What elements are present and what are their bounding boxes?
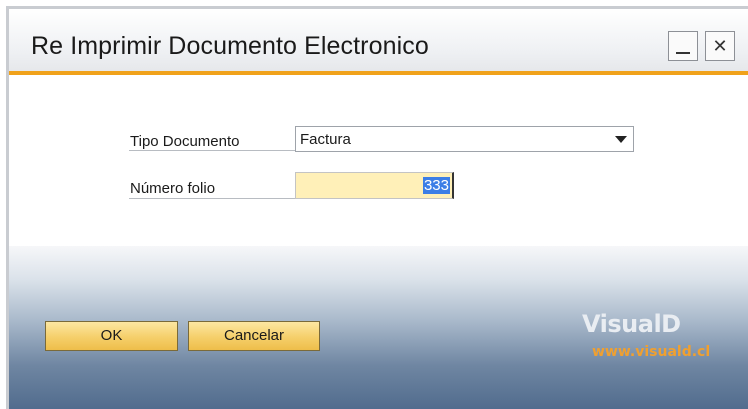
visuald-logo: VisualD — [582, 310, 681, 338]
cancel-button[interactable]: Cancelar — [188, 321, 320, 351]
tipo-documento-value: Factura — [300, 131, 351, 148]
ok-button[interactable]: OK — [45, 321, 178, 351]
title-bar[interactable]: Re Imprimir Documento Electronico ✕ — [9, 9, 748, 71]
close-icon: ✕ — [712, 35, 728, 57]
numero-folio-label: Número folio — [130, 180, 216, 197]
numero-folio-value: 333 — [422, 177, 450, 194]
numero-folio-underline — [129, 198, 297, 199]
form-area — [9, 75, 748, 246]
dropdown-arrow-icon[interactable] — [615, 136, 627, 143]
tipo-documento-label: Tipo Documento — [130, 133, 240, 150]
tipo-documento-underline — [129, 150, 297, 151]
visuald-url: www.visuald.cl — [592, 344, 711, 360]
minimize-button[interactable] — [668, 31, 698, 61]
close-button[interactable]: ✕ — [705, 31, 735, 61]
window-title: Re Imprimir Documento Electronico — [31, 32, 429, 60]
numero-folio-input[interactable]: 333 — [295, 172, 454, 199]
tipo-documento-select[interactable]: Factura — [295, 126, 634, 152]
minimize-icon — [676, 52, 690, 54]
